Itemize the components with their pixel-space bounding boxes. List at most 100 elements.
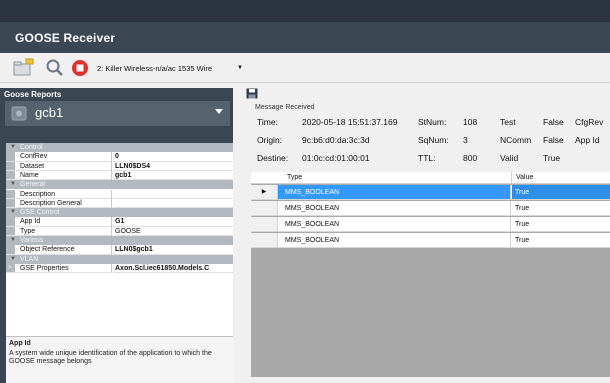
category-vlan[interactable]: ▼ VLAN [6, 254, 233, 264]
property-row-type[interactable]: Type GOOSE [6, 226, 233, 236]
toolbar: 2: Killer Wireless-n/a/ac 1535 Wire ▼ [0, 53, 610, 83]
cfgrev-label: CfgRev [575, 117, 604, 127]
cell-value[interactable]: True [512, 233, 610, 247]
valid-label: Valid [500, 153, 519, 163]
title-bar: GOOSE Receiver [0, 22, 610, 53]
stop-button[interactable] [70, 58, 92, 78]
property-value[interactable]: 0 [113, 152, 233, 162]
property-row-object-reference[interactable]: Object Reference LLN0$gcb1 [6, 245, 233, 255]
cell-type[interactable]: MMS_BOOLEAN [278, 201, 511, 215]
row-indicator [251, 217, 278, 231]
test-value: False [543, 117, 564, 127]
cell-value[interactable]: True [512, 185, 610, 199]
collapse-icon: ▼ [10, 237, 16, 243]
property-help-box: App Id A system wide unique identificati… [6, 336, 233, 383]
stnum-value: 108 [463, 117, 478, 127]
property-row-name[interactable]: Name gcb1 [6, 170, 233, 181]
column-header-type[interactable]: Type [287, 172, 302, 184]
test-label: Test [500, 117, 516, 127]
property-key: Description [6, 189, 112, 199]
property-row-gse-properties[interactable]: > GSE Properties Axon.Scl.iec61850.Model… [6, 263, 233, 274]
property-value[interactable]: LLN0$gcb1 [113, 245, 233, 255]
property-key: App Id [6, 217, 112, 227]
goose-reports-heading: Goose Reports [4, 90, 62, 99]
row-indicator [251, 201, 278, 215]
time-value: 2020-05-18 15:51:37.169 [302, 117, 398, 127]
table-row[interactable]: MMS_BOOLEAN True [251, 201, 610, 216]
property-key: ConfRev [6, 152, 112, 162]
property-value[interactable]: LLN0$DS4 [113, 162, 233, 171]
cell-type[interactable]: MMS_BOOLEAN [278, 233, 511, 247]
ttl-value: 800 [463, 153, 478, 163]
collapse-icon: ▼ [10, 209, 16, 216]
property-row-app-id[interactable]: App Id G1 [6, 217, 233, 227]
property-row-description[interactable]: Description [6, 189, 233, 199]
property-key: Name [6, 170, 112, 181]
origin-value: 9c:b6:d0:da:3c:3d [302, 135, 370, 145]
destine-label: Destine: [257, 153, 289, 163]
sqnum-label: SqNum: [418, 135, 449, 145]
help-text: A system wide unique identification of t… [9, 349, 212, 366]
selected-report-name: gcb1 [35, 105, 64, 120]
property-value[interactable]: G1 [113, 217, 233, 227]
sqnum-value: 3 [463, 135, 468, 145]
table-row[interactable]: ▶ MMS_BOOLEAN True [251, 185, 610, 200]
network-icon [11, 106, 27, 121]
network-interface-select[interactable]: 2: Killer Wireless-n/a/ac 1535 Wire ▼ [95, 61, 245, 76]
category-label: VLAN [20, 255, 39, 263]
ncomm-label: NComm [500, 135, 532, 145]
category-various[interactable]: ▼ Various [6, 236, 233, 246]
category-gse-control[interactable]: ▼ GSE Control [6, 208, 233, 218]
property-row-confrev[interactable]: ConfRev 0 [6, 152, 233, 162]
window-top-strip [0, 0, 610, 22]
property-key: Dataset [6, 161, 112, 171]
table-row[interactable]: MMS_BOOLEAN True [251, 217, 610, 232]
window-title: GOOSE Receiver [15, 31, 116, 45]
category-label: Various [20, 237, 44, 244]
property-value[interactable]: gcb1 [113, 171, 233, 181]
cell-type[interactable]: MMS_BOOLEAN [278, 217, 511, 231]
column-header-value[interactable]: Value [516, 172, 533, 184]
message-legend: Message Received [255, 104, 315, 111]
open-button[interactable] [12, 58, 34, 78]
stnum-label: StNum: [418, 117, 447, 127]
category-control[interactable]: ▼ Control [6, 143, 233, 153]
category-label: GSE Control [20, 209, 60, 217]
search-icon [46, 59, 63, 76]
help-title: App Id [9, 340, 31, 347]
row-indicator [251, 233, 278, 247]
category-general[interactable]: ▼ General [6, 180, 233, 190]
collapse-icon: ▼ [10, 181, 16, 188]
grid-header: Type Value [251, 172, 610, 184]
cell-value[interactable]: True [512, 201, 610, 215]
property-value[interactable] [113, 199, 233, 209]
property-value[interactable]: Axon.Scl.iec61850.Models.C [113, 264, 233, 274]
ncomm-value: False [543, 135, 564, 145]
cell-type[interactable]: MMS_BOOLEAN [278, 185, 511, 199]
valid-value: True [543, 153, 561, 163]
network-interface-value: 2: Killer Wireless-n/a/ac 1535 Wire [97, 64, 213, 73]
floppy-disk-icon[interactable] [246, 88, 258, 99]
collapse-icon: ▼ [10, 255, 16, 262]
report-selector[interactable]: gcb1 [5, 101, 230, 126]
property-value[interactable]: GOOSE [113, 227, 233, 236]
property-value[interactable] [113, 190, 233, 199]
cell-value[interactable]: True [512, 217, 610, 231]
property-key: Type [6, 226, 112, 236]
row-indicator-icon: ▶ [251, 185, 278, 199]
property-key: Object Reference [6, 245, 112, 255]
destine-value: 01:0c:cd:01:00:01 [302, 153, 370, 163]
category-label: Control [20, 144, 43, 151]
expand-icon[interactable]: > [8, 264, 12, 273]
property-row-dataset[interactable]: Dataset LLN0$DS4 [6, 161, 233, 171]
property-row-description-general[interactable]: Description General [6, 198, 233, 209]
search-button[interactable] [44, 58, 66, 78]
column-divider[interactable] [511, 172, 512, 184]
property-key: Description General [6, 198, 112, 209]
goose-reports-panel: Goose Reports gcb1 ▼ Control ConfRev 0 D… [0, 88, 233, 383]
chevron-down-icon: ▼ [237, 65, 243, 71]
table-row[interactable]: MMS_BOOLEAN True [251, 233, 610, 248]
category-label: General [20, 181, 45, 189]
message-received-group: Message Received Time: 2020-05-18 15:51:… [252, 104, 610, 168]
property-key: GSE Properties [6, 263, 112, 274]
